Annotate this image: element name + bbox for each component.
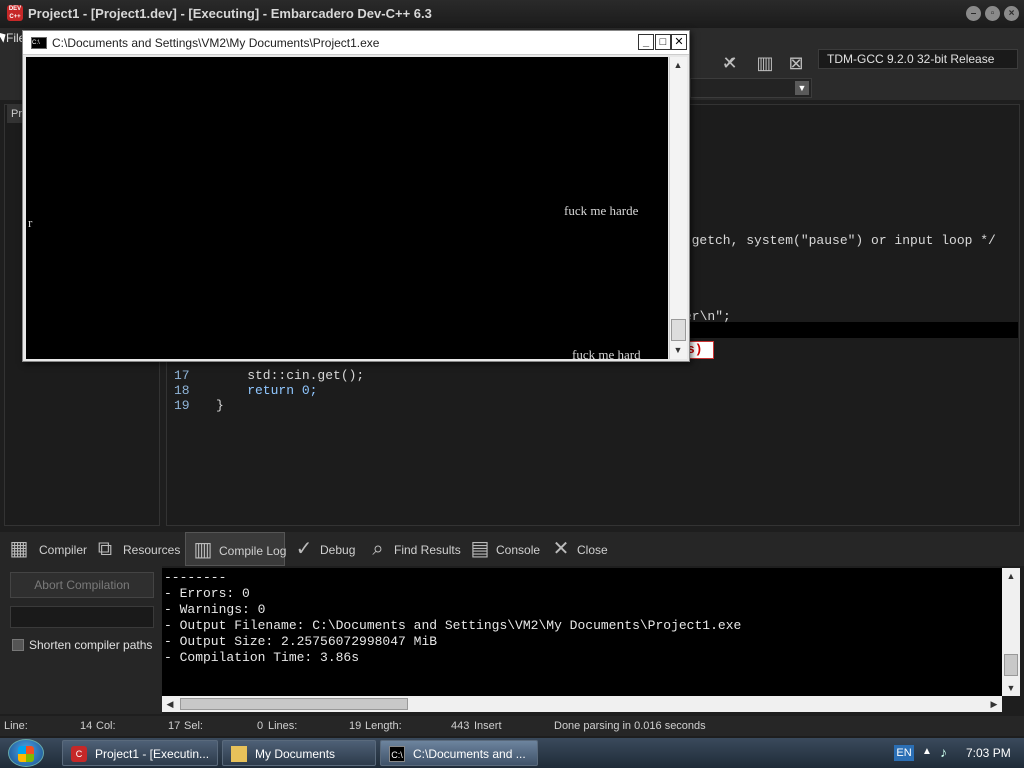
code-line-comment: n getch, system("pause") or input loop *…: [676, 233, 996, 248]
stop-execution-icon[interactable]: ✕: [718, 52, 742, 74]
status-col-value: 17: [168, 720, 181, 732]
delete-profile-icon[interactable]: ⊠: [784, 52, 808, 74]
language-indicator[interactable]: EN: [894, 745, 914, 761]
main-title-bar: DEV C++ Project1 - [Project1.dev] - [Exec…: [0, 0, 1024, 28]
log-line: --------: [164, 570, 227, 585]
console-icon: C:\: [31, 37, 47, 49]
chart-icon[interactable]: ▥: [753, 52, 777, 74]
function-combo[interactable]: ▼: [690, 78, 812, 98]
code-line: return 0;: [216, 383, 318, 398]
minimize-button[interactable]: –: [966, 6, 981, 21]
status-bar: Line: 14 Col: 17 Sel: 0 Lines: 19 Length…: [0, 716, 1024, 736]
log-line: - Compilation Time: 3.86s: [164, 650, 360, 665]
tab-debug[interactable]: ✓ Debug: [287, 532, 359, 566]
log-line: - Warnings: 0: [164, 602, 266, 617]
code-line: }: [216, 398, 224, 413]
status-line-value: 14: [80, 720, 93, 732]
compile-options-panel: Abort Compilation Shorten compiler paths: [0, 566, 162, 714]
resources-icon: ⧉: [97, 538, 113, 560]
line-number: 19: [174, 398, 190, 413]
task-console[interactable]: C:\ C:\Documents and ...: [380, 740, 538, 766]
console-close-button[interactable]: ✕: [671, 34, 687, 50]
status-lines-value: 19: [349, 720, 362, 732]
line-number: 18: [174, 383, 190, 398]
status-message: Done parsing in 0.016 seconds: [554, 720, 706, 732]
console-icon: ▤: [470, 538, 490, 560]
window-title: Project1 - [Project1.dev] - [Executing] …: [28, 6, 432, 21]
console-title-bar[interactable]: C:\ C:\Documents and Settings\VM2\My Doc…: [23, 31, 689, 55]
console-text: fuck me hard: [572, 347, 641, 359]
console-text: fuck me harde: [564, 203, 639, 218]
task-devcpp[interactable]: C Project1 - [Executin...: [62, 740, 218, 766]
windows-logo-icon: [18, 746, 34, 762]
code-line: std::cin.get();: [216, 368, 365, 383]
tab-compiler[interactable]: ▦ Compiler: [2, 532, 87, 566]
status-length-value: 443: [451, 720, 470, 732]
checkbox-box[interactable]: [12, 639, 24, 651]
scroll-right-icon[interactable]: ▶: [986, 696, 1002, 712]
status-line-label: Line:: [4, 720, 28, 732]
scroll-up-icon[interactable]: ▲: [670, 57, 686, 73]
log-vertical-scrollbar[interactable]: ▲ ▼: [1002, 568, 1020, 696]
console-scrollbar[interactable]: ▲ ▼: [669, 57, 687, 359]
scroll-up-icon[interactable]: ▲: [1003, 568, 1019, 584]
abort-compilation-button[interactable]: Abort Compilation: [10, 572, 154, 598]
taskbar: C Project1 - [Executin... My Documents C…: [0, 738, 1024, 768]
tab-find-results[interactable]: ⌕ Find Results: [361, 532, 461, 566]
tab-console[interactable]: ▤ Console: [463, 532, 543, 566]
scroll-thumb[interactable]: [671, 319, 686, 341]
task-my-documents[interactable]: My Documents: [222, 740, 376, 766]
folder-icon: [231, 746, 247, 762]
compiler-select[interactable]: TDM-GCC 9.2.0 32-bit Release: [818, 49, 1018, 69]
compile-log-output[interactable]: -------- - Errors: 0 - Warnings: 0 - Out…: [162, 568, 1002, 696]
console-maximize-button[interactable]: □: [655, 34, 671, 50]
compile-progress-bar: [10, 606, 154, 628]
scroll-left-icon[interactable]: ◀: [162, 696, 178, 712]
log-line: - Errors: 0: [164, 586, 250, 601]
volume-icon[interactable]: ♪: [940, 744, 956, 760]
status-mode: Insert: [474, 720, 502, 732]
status-col-label: Col:: [96, 720, 116, 732]
devcpp-icon: C: [71, 746, 87, 762]
console-window[interactable]: C:\ C:\Documents and Settings\VM2\My Doc…: [22, 30, 690, 362]
close-button[interactable]: ×: [1004, 6, 1019, 21]
shorten-paths-checkbox[interactable]: Shorten compiler paths: [12, 638, 152, 652]
scroll-down-icon[interactable]: ▼: [670, 342, 686, 358]
status-sel-label: Sel:: [184, 720, 203, 732]
log-horizontal-scrollbar[interactable]: ◀ ▶: [162, 696, 1002, 712]
log-line: - Output Filename: C:\Documents and Sett…: [164, 618, 742, 633]
start-button[interactable]: [8, 739, 44, 767]
chart-icon: ▥: [193, 539, 213, 561]
clock[interactable]: 7:03 PM: [966, 746, 1011, 760]
tab-close[interactable]: ✕ Close: [544, 532, 614, 566]
scroll-thumb[interactable]: [1004, 654, 1018, 676]
code-line-cout: er\n";: [684, 309, 731, 324]
tab-resources[interactable]: ⧉ Resources: [88, 532, 184, 566]
find-icon: ⌕: [372, 538, 384, 560]
status-sel-value: 0: [257, 720, 264, 732]
line-number: 17: [174, 368, 190, 383]
log-line: - Output Size: 2.25756072998047 MiB: [164, 634, 438, 649]
show-hidden-icons-icon[interactable]: ▲: [922, 746, 932, 757]
scroll-thumb[interactable]: [180, 698, 408, 710]
console-minimize-button[interactable]: _: [638, 34, 654, 50]
grid-icon: ▦: [9, 538, 29, 560]
close-icon: ✕: [552, 538, 570, 560]
console-text: r: [28, 215, 33, 230]
chevron-down-icon[interactable]: ▼: [795, 81, 809, 95]
status-length-label: Length:: [365, 720, 402, 732]
console-output[interactable]: fuck me harde r fuck me hard er: [26, 57, 668, 359]
check-icon: ✓: [295, 538, 313, 560]
tab-compile-log[interactable]: ▥ Compile Log: [185, 532, 286, 566]
console-icon: C:\: [389, 746, 405, 762]
status-lines-label: Lines:: [268, 720, 298, 732]
scroll-down-icon[interactable]: ▼: [1003, 680, 1019, 696]
message-tabs: ▦ Compiler ⧉ Resources ▥ Compile Log ✓ D…: [0, 532, 1024, 566]
console-title: C:\Documents and Settings\VM2\My Documen…: [52, 36, 380, 50]
maximize-button[interactable]: ▫: [985, 6, 1000, 21]
devcpp-app-icon: DEV C++: [7, 5, 23, 21]
